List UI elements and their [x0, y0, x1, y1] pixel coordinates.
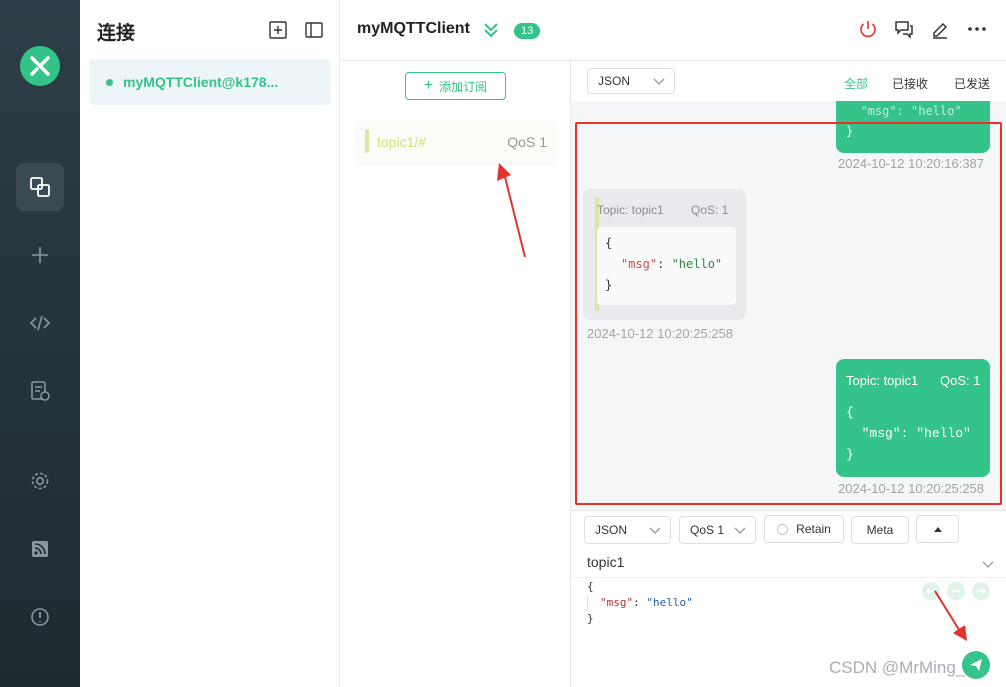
toggle-sidebar-icon[interactable]	[304, 20, 324, 40]
payload-value: "hello"	[646, 596, 693, 609]
left-nav	[0, 0, 80, 687]
arrow-right-icon	[977, 587, 986, 595]
send-icon	[970, 659, 982, 671]
more-icon[interactable]	[966, 18, 988, 40]
subscription-color-bar	[365, 129, 369, 153]
subscriptions-panel: + 添加订阅 topic1/# QoS 1	[341, 61, 571, 687]
connections-title: 连接	[97, 23, 136, 44]
history-forward-button[interactable]	[972, 582, 990, 600]
chevron-down-icon[interactable]	[981, 557, 995, 571]
connection-item[interactable]: myMQTTClient@k178...	[89, 59, 331, 105]
composer-qos-value: QoS 1	[690, 523, 725, 537]
retain-label: Retain	[796, 522, 831, 536]
payload-editor[interactable]: { "msg": "hello" }	[587, 579, 693, 627]
payload-close-brace: }	[587, 612, 594, 625]
nav-log-button[interactable]	[16, 367, 64, 415]
message-count-badge: 13	[514, 23, 541, 39]
annotation-highlight-box	[575, 122, 1002, 505]
plus-icon: +	[423, 77, 434, 94]
collapse-button[interactable]	[916, 515, 959, 543]
nav-settings-button[interactable]	[16, 457, 64, 505]
power-icon[interactable]	[857, 18, 879, 40]
chevron-down-icon	[649, 527, 661, 534]
gear-icon	[31, 472, 49, 490]
connection-name: myMQTTClient@k178...	[123, 74, 279, 90]
topic-input[interactable]: topic1	[587, 554, 624, 570]
plus-icon	[32, 247, 48, 263]
code-icon	[29, 315, 51, 331]
client-title: myMQTTClient	[357, 20, 470, 37]
rss-icon	[32, 541, 48, 557]
send-button[interactable]	[962, 651, 990, 679]
payload-key: "msg"	[600, 596, 634, 609]
nav-connections-button[interactable]	[16, 163, 64, 211]
info-icon	[31, 608, 49, 626]
filter-sent-tab[interactable]: 已发送	[954, 75, 990, 92]
retain-toggle[interactable]: Retain	[764, 515, 844, 543]
payload-separator: :	[633, 596, 647, 609]
nav-about-button[interactable]	[16, 593, 64, 641]
filter-received-tab[interactable]: 已接收	[892, 75, 928, 92]
message-payload-line: "msg": "hello"	[846, 104, 962, 118]
filter-all-tab[interactable]: 全部	[844, 75, 868, 92]
edit-icon[interactable]	[929, 18, 951, 40]
divider	[571, 577, 1006, 578]
log-icon	[31, 381, 50, 401]
add-subscription-label: 添加订阅	[439, 79, 488, 94]
subscription-item[interactable]: topic1/# QoS 1	[357, 121, 555, 163]
chat-icon[interactable]	[893, 18, 915, 40]
payload-format-select[interactable]: JSON	[587, 68, 675, 94]
retain-radio-icon	[777, 523, 789, 535]
watermark: CSDN @MrMing_	[829, 658, 966, 677]
nav-script-button[interactable]	[16, 299, 64, 347]
meta-button[interactable]: Meta	[851, 516, 909, 544]
mqttx-logo	[20, 46, 60, 86]
chevron-down-icon	[734, 527, 746, 534]
connection-header: myMQTTClient 13	[341, 0, 1006, 61]
connected-status-dot	[106, 78, 113, 86]
caret-up-icon	[933, 527, 942, 532]
annotation-arrow	[497, 163, 526, 258]
nav-new-connection-button[interactable]	[16, 231, 64, 279]
messages-toolbar: JSON 全部 已接收 已发送	[571, 61, 1006, 101]
add-subscription-button[interactable]: + 添加订阅	[405, 72, 506, 100]
composer-format-select[interactable]: JSON	[584, 516, 671, 544]
subscription-qos: QoS 1	[507, 134, 547, 150]
chevron-double-down-icon[interactable]	[483, 21, 499, 39]
payload-format-value: JSON	[598, 74, 631, 88]
meta-label: Meta	[866, 523, 894, 537]
annotation-arrow	[934, 590, 967, 641]
composer-qos-select[interactable]: QoS 1	[679, 516, 756, 544]
connections-panel: 连接 myMQTTClient@k178...	[80, 0, 340, 687]
composer-format-value: JSON	[595, 523, 628, 537]
chevron-down-icon	[653, 78, 665, 85]
payload-open-brace: {	[587, 580, 594, 593]
new-connection-icon[interactable]	[268, 20, 288, 40]
nav-subscribe-button[interactable]	[16, 525, 64, 573]
connections-icon	[30, 177, 50, 197]
subscription-topic: topic1/#	[377, 134, 427, 150]
